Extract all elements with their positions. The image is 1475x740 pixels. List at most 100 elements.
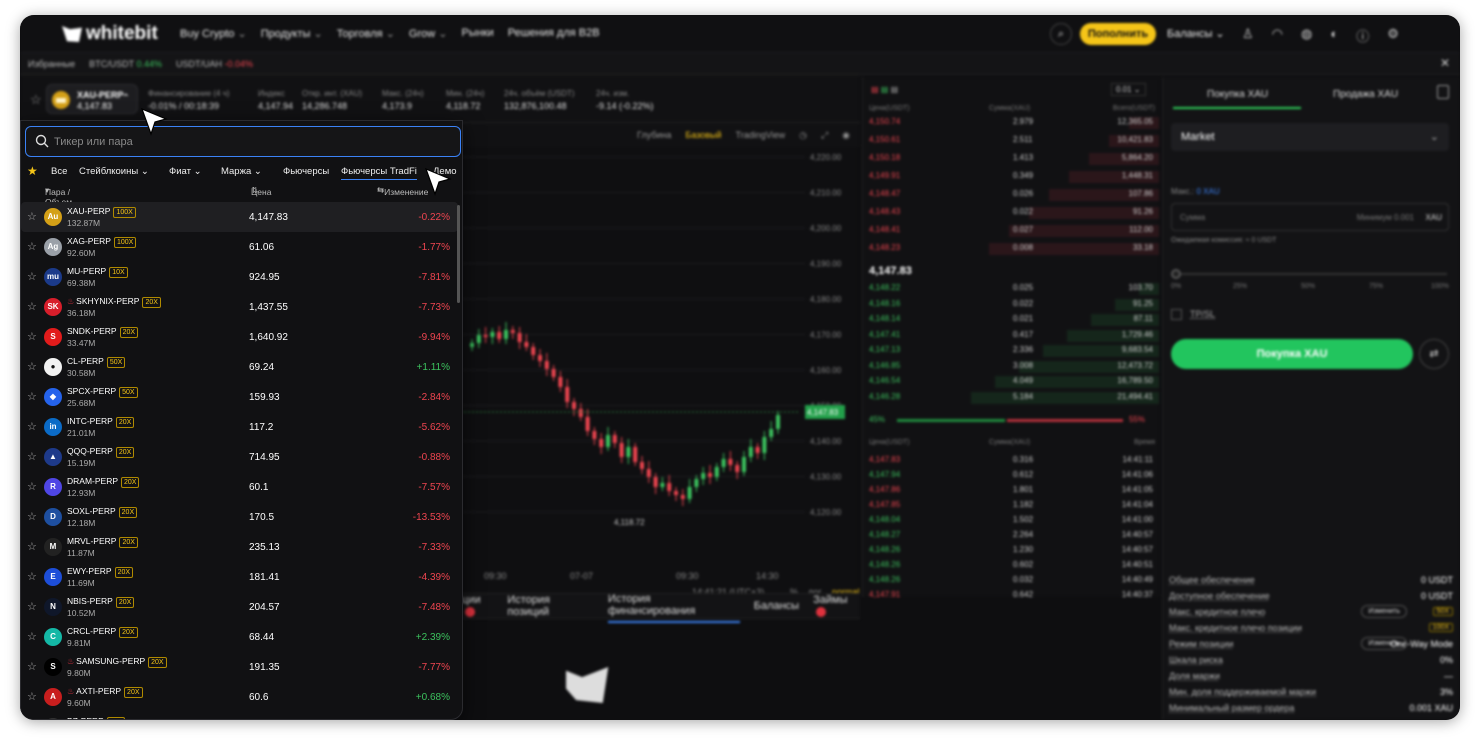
sort-pair-volume[interactable]: Пара / Объем (USDT) ▾ [45, 185, 74, 217]
bid-row[interactable]: 4,147.13 2.336 9,683.54 [863, 345, 1159, 357]
account-label[interactable]: Шкала риска [1169, 655, 1223, 665]
account-label[interactable]: Доля маржи [1169, 671, 1220, 681]
market-row[interactable]: ☆ ● CL-PERP 50X 30.58M 69.24 +1.11% [21, 352, 458, 382]
account-label[interactable]: Макс. кредитное плечо [1169, 607, 1265, 617]
star-icon[interactable]: ☆ [27, 390, 37, 403]
ask-row[interactable]: 4,148.41 0.027 112.00 [863, 225, 1159, 237]
market-row[interactable]: ☆ S ♨ SAMSUNG-PERP 20X 9.80M 191.35 -7.77% [21, 652, 458, 682]
candlestick-chart[interactable]: 4,220.00 4,210.00 4,200.00 4,190.00 4,180.00… [460, 147, 858, 587]
ask-row[interactable]: 4,150.18 1.413 5,864.20 [863, 153, 1159, 165]
account-label[interactable]: Доступное обеспечение [1169, 591, 1270, 601]
order-type-select[interactable]: Market ⌄ [1171, 123, 1449, 151]
star-icon[interactable]: ☆ [30, 92, 42, 108]
tab-orders[interactable]: ции [462, 594, 493, 618]
slider-handle[interactable] [1171, 269, 1181, 279]
market-row[interactable]: ☆ R DRAM-PERP 20X 12.93M 60.1 -7.57% [21, 472, 458, 502]
filter-all[interactable]: Все [51, 166, 67, 177]
star-icon[interactable]: ☆ [27, 600, 37, 613]
tradingview-tab[interactable]: TradingView [736, 130, 786, 140]
account-label[interactable]: Макс. кредитное плечо позиции [1169, 623, 1302, 633]
depth-tab[interactable]: Глубина [637, 130, 671, 140]
star-icon[interactable]: ☆ [27, 360, 37, 373]
ask-row[interactable]: 4,150.61 2.511 10,421.83 [863, 135, 1159, 147]
star-icon[interactable]: ☆ [27, 240, 37, 253]
market-row[interactable]: ☆ mu MU-PERP 10X 69.38M 924.95 -7.81% [21, 262, 458, 292]
star-icon[interactable]: ☆ [27, 210, 37, 223]
settings-icon[interactable]: ⚙ [1387, 26, 1399, 45]
bid-row[interactable]: 4,148.14 0.021 87.11 [863, 314, 1159, 326]
star-icon[interactable]: ☆ [27, 570, 37, 583]
scrollbar[interactable] [457, 205, 460, 303]
bid-row[interactable]: 4,146.28 5.184 21,494.41 [863, 391, 1159, 404]
market-row[interactable]: ☆ Ag XAG-PERP 100X 92.60M 61.06 -1.77% [21, 232, 458, 262]
star-icon[interactable]: ☆ [27, 660, 37, 673]
account-label[interactable]: Мин. доля поддерживаемой маржи [1169, 687, 1316, 697]
bid-row[interactable]: 4,146.85 3.008 12,473.72 [863, 360, 1159, 373]
favorites-star-icon[interactable]: ★ [27, 164, 38, 178]
market-row[interactable]: ☆ ▲ QQQ-PERP 20X 15.19M 714.95 -0.88% [21, 442, 458, 472]
ask-row[interactable]: 4,148.23 0.008 33.18 [863, 243, 1159, 255]
search-input[interactable] [54, 133, 444, 151]
tab-balances[interactable]: Балансы [754, 600, 799, 612]
star-icon[interactable]: ☆ [27, 540, 37, 553]
tab-loans[interactable]: Займы [813, 594, 860, 618]
account-label[interactable]: Общее обеспечение [1169, 575, 1255, 585]
star-icon[interactable]: ☆ [27, 510, 37, 523]
fullscreen-icon[interactable]: ⤢ [821, 130, 828, 141]
headset-icon[interactable]: ◠ [1272, 26, 1283, 45]
account-label[interactable]: Режим позиции [1169, 639, 1233, 649]
star-icon[interactable]: ☆ [27, 450, 37, 463]
market-row[interactable]: ☆BBZ-PERP50X [21, 712, 458, 719]
star-icon[interactable]: ☆ [27, 270, 37, 283]
pair-selector[interactable]: XAU-PERP 4,147.83 ⌃ [46, 84, 138, 114]
tpsl-toggle[interactable]: TP/SL [1171, 309, 1215, 321]
star-icon[interactable]: ☆ [27, 480, 37, 493]
market-row[interactable]: ☆ M MRVL-PERP 20X 11.87M 235.13 -7.33% [21, 532, 458, 562]
ask-row[interactable]: 4,150.74 2.979 12,365.05 [863, 117, 1159, 129]
book-view-icons[interactable]: ▤ ▤ ▤ [871, 85, 898, 94]
precision-select[interactable]: 0.01 ⌄ [1111, 83, 1146, 96]
market-row[interactable]: ☆ A ♨ AXTI-PERP 20X 9.60M 60.6 +0.68% [21, 682, 458, 712]
market-row[interactable]: ☆ D SOXL-PERP 20X 12.18M 170.5 -13.53% [21, 502, 458, 532]
change-button[interactable]: Изменить [1361, 637, 1407, 650]
tab-funding-history[interactable]: История финансирования [607, 589, 740, 623]
bid-row[interactable]: 4,147.41 0.417 1,729.46 [863, 329, 1159, 342]
basic-tab[interactable]: Базовый [685, 130, 721, 140]
favorite-item[interactable]: BTC/USDT 0.44% [89, 59, 162, 69]
search-icon[interactable]: ⌕ [1050, 23, 1072, 45]
bid-row[interactable]: 4,148.22 0.025 103.70 [863, 283, 1159, 295]
filter-futures[interactable]: Фьючерсы [283, 166, 329, 177]
nav-link-grow[interactable]: Grow [409, 27, 448, 40]
swap-icon[interactable]: ⇄ [1419, 339, 1449, 369]
market-row[interactable]: ☆ N NBIS-PERP 20X 10.52M 204.57 -7.48% [21, 592, 458, 622]
star-icon[interactable]: ☆ [27, 630, 37, 643]
market-row[interactable]: ☆ in INTC-PERP 20X 21.01M 117.2 -5.62% [21, 412, 458, 442]
favorite-item[interactable]: USDT/UAH -0.04% [176, 59, 253, 69]
sort-price[interactable]: Цена ⇅ [251, 185, 271, 197]
tab-sell[interactable]: Продажа XAU [1333, 89, 1398, 100]
ask-row[interactable]: 4,148.47 0.026 107.86 [863, 189, 1159, 201]
theme-icon[interactable]: ◐ [1330, 26, 1338, 45]
deposit-button[interactable]: Пополнить [1080, 23, 1156, 45]
close-icon[interactable]: ✕ [1440, 56, 1450, 70]
calculator-icon[interactable] [1437, 85, 1449, 99]
search-field[interactable] [25, 126, 461, 157]
bid-row[interactable]: 4,146.54 4.049 16,789.50 [863, 376, 1159, 388]
nav-link-b2b[interactable]: Решения для B2B [508, 27, 600, 40]
market-row[interactable]: ☆ E EWY-PERP 20X 11.69M 181.41 -4.39% [21, 562, 458, 592]
nav-link-products[interactable]: Продукты [261, 27, 323, 40]
camera-icon[interactable]: ◉ [842, 130, 850, 141]
user-icon[interactable]: ♙ [1242, 26, 1254, 45]
nav-link-buy-crypto[interactable]: Buy Crypto [180, 27, 247, 40]
filter-tradfi-futures[interactable]: Фьючерсы TradFi [341, 166, 417, 180]
star-icon[interactable]: ☆ [27, 330, 37, 343]
tab-position-history[interactable]: История позиций [507, 594, 594, 618]
filter-stablecoins[interactable]: Стейблкоины ⌄ [79, 166, 149, 177]
star-icon[interactable]: ☆ [27, 300, 37, 313]
nav-link-markets[interactable]: Рынки [461, 27, 493, 40]
nav-link-trading[interactable]: Торговля [337, 27, 395, 40]
star-icon[interactable]: ☆ [27, 420, 37, 433]
bid-row[interactable]: 4,148.16 0.022 91.25 [863, 298, 1159, 311]
market-row[interactable]: ☆ S SNDK-PERP 20X 33.47M 1,640.92 -9.94% [21, 322, 458, 352]
alarm-icon[interactable]: ◷ [799, 130, 807, 141]
